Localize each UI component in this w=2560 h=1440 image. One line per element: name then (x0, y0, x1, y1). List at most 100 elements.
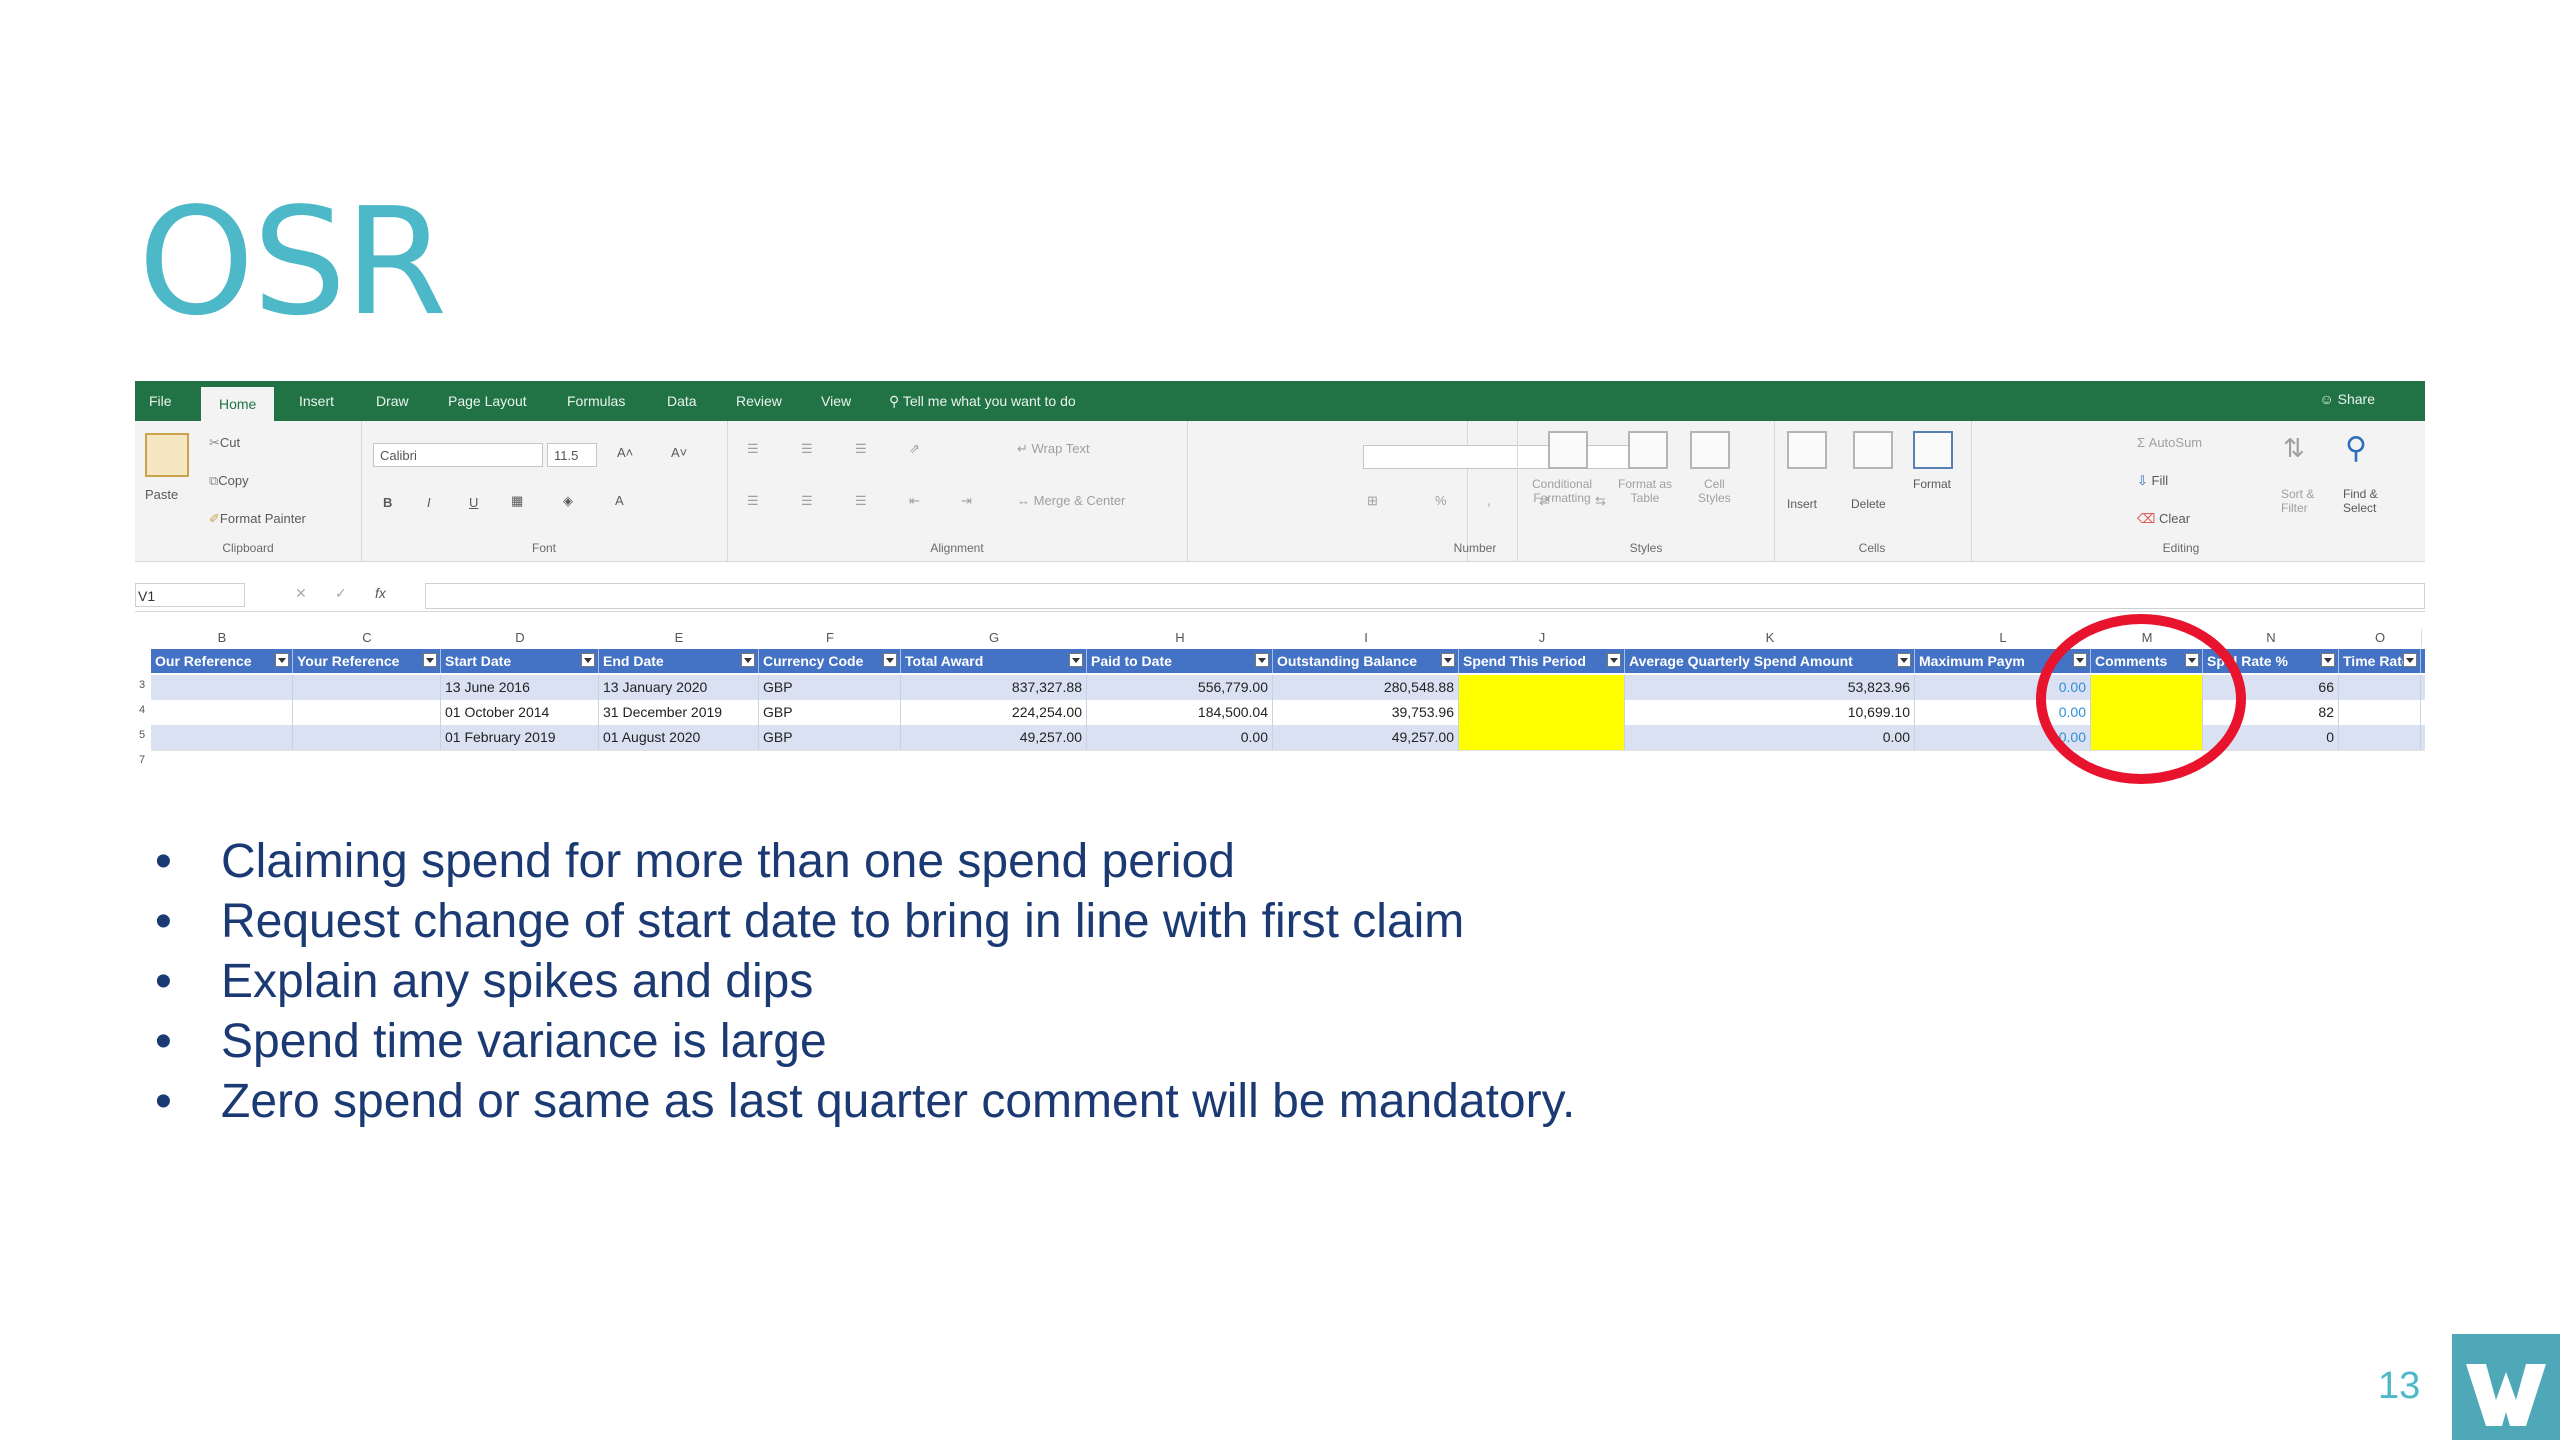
table-cell[interactable] (151, 675, 293, 700)
column-letter[interactable]: B (151, 629, 294, 647)
table-cell[interactable]: 53,823.96 (1625, 675, 1915, 700)
align-center-icon[interactable]: ☰ (801, 493, 813, 509)
insert-function-icon[interactable]: fx (375, 585, 386, 601)
table-cell[interactable] (1459, 675, 1625, 700)
table-cell[interactable]: 13 January 2020 (599, 675, 759, 700)
bold-button[interactable]: B (383, 495, 392, 510)
filter-dropdown-icon[interactable] (423, 653, 437, 667)
tab-view[interactable]: View (821, 393, 851, 409)
table-cell[interactable]: 0.00 (1625, 725, 1915, 750)
increase-indent-icon[interactable]: ⇥ (961, 493, 972, 509)
tab-home[interactable]: Home (201, 387, 275, 421)
filter-dropdown-icon[interactable] (1069, 653, 1083, 667)
table-header-cell[interactable]: Paid to Date (1087, 649, 1273, 673)
cancel-icon[interactable]: ✕ (295, 585, 307, 602)
table-cell[interactable]: 31 December 2019 (599, 700, 759, 725)
name-box[interactable]: V1 (135, 583, 245, 607)
column-letter[interactable]: K (1625, 629, 1916, 647)
share-button[interactable]: ☺ Share (2319, 391, 2375, 407)
column-letter[interactable]: G (901, 629, 1088, 647)
table-cell[interactable]: 49,257.00 (1273, 725, 1459, 750)
find-select-button[interactable]: Find & Select (2343, 487, 2378, 515)
wrap-text-button[interactable]: ↵ Wrap Text (1017, 441, 1090, 457)
filter-dropdown-icon[interactable] (1607, 653, 1621, 667)
column-letter[interactable]: J (1459, 629, 1626, 647)
table-header-cell[interactable]: Our Reference (151, 649, 293, 673)
table-header-cell[interactable]: Average Quarterly Spend Amount (1625, 649, 1915, 673)
column-letter[interactable]: D (441, 629, 600, 647)
table-header-cell[interactable]: Total Award (901, 649, 1087, 673)
filter-dropdown-icon[interactable] (581, 653, 595, 667)
percent-button[interactable]: % (1435, 493, 1447, 508)
table-header-cell[interactable]: Currency Code (759, 649, 901, 673)
column-letter[interactable]: F (759, 629, 902, 647)
table-cell[interactable]: 837,327.88 (901, 675, 1087, 700)
tab-file[interactable]: File (149, 393, 172, 409)
fill-button[interactable]: ⇩ Fill (2137, 473, 2168, 489)
tab-formulas[interactable]: Formulas (567, 393, 625, 409)
delete-button[interactable]: Delete (1851, 497, 1886, 511)
filter-dropdown-icon[interactable] (2321, 653, 2335, 667)
table-header-cell[interactable]: Spend This Period (1459, 649, 1625, 673)
column-letter[interactable]: C (293, 629, 442, 647)
filter-dropdown-icon[interactable] (1255, 653, 1269, 667)
format-painter-button[interactable]: ✐ Format Painter (209, 511, 306, 527)
table-cell[interactable]: 184,500.04 (1087, 700, 1273, 725)
table-cell[interactable]: 01 August 2020 (599, 725, 759, 750)
table-cell[interactable]: 280,548.88 (1273, 675, 1459, 700)
filter-dropdown-icon[interactable] (883, 653, 897, 667)
table-cell[interactable]: 0.00 (1087, 725, 1273, 750)
format-button[interactable]: Format (1913, 477, 1951, 491)
table-header-cell[interactable]: Outstanding Balance (1273, 649, 1459, 673)
table-header-cell[interactable]: Time Rate (2339, 649, 2421, 673)
column-letter[interactable]: N (2203, 629, 2340, 647)
table-cell[interactable] (1459, 725, 1625, 750)
row-number[interactable]: 5 (135, 729, 149, 741)
table-cell[interactable] (151, 725, 293, 750)
align-middle-icon[interactable]: ☰ (801, 441, 813, 457)
comma-button[interactable]: , (1487, 493, 1491, 508)
table-header-cell[interactable]: Your Reference (293, 649, 441, 673)
table-cell[interactable]: 39,753.96 (1273, 700, 1459, 725)
table-cell[interactable] (2339, 675, 2421, 700)
table-cell[interactable]: 10,699.10 (1625, 700, 1915, 725)
italic-button[interactable]: I (427, 495, 431, 510)
column-letter[interactable]: E (599, 629, 760, 647)
table-cell[interactable] (2339, 700, 2421, 725)
row-number[interactable]: 7 (135, 754, 149, 766)
underline-button[interactable]: U (469, 495, 478, 510)
table-cell[interactable] (2339, 725, 2421, 750)
fill-color-icon[interactable]: ◈ (563, 493, 573, 509)
paste-button[interactable]: Paste (145, 487, 178, 502)
table-header-cell[interactable]: End Date (599, 649, 759, 673)
column-letter[interactable]: O (2339, 629, 2422, 647)
accounting-format-icon[interactable]: ⊞ (1367, 493, 1378, 509)
table-cell[interactable]: 13 June 2016 (441, 675, 599, 700)
table-cell[interactable]: GBP (759, 675, 901, 700)
cut-button[interactable]: ✂ Cut (209, 435, 240, 451)
table-cell[interactable]: 556,779.00 (1087, 675, 1273, 700)
font-color-icon[interactable]: A (615, 493, 624, 508)
table-cell[interactable]: 224,254.00 (901, 700, 1087, 725)
filter-dropdown-icon[interactable] (275, 653, 289, 667)
table-cell[interactable]: 01 February 2019 (441, 725, 599, 750)
insert-button[interactable]: Insert (1787, 497, 1817, 511)
table-header-cell[interactable]: Start Date (441, 649, 599, 673)
filter-dropdown-icon[interactable] (1897, 653, 1911, 667)
enter-icon[interactable]: ✓ (335, 585, 347, 602)
table-cell[interactable]: GBP (759, 700, 901, 725)
row-number[interactable]: 4 (135, 704, 149, 716)
table-cell[interactable] (151, 700, 293, 725)
cell-styles-button[interactable]: Cell Styles (1698, 477, 1731, 505)
tab-insert[interactable]: Insert (299, 393, 334, 409)
autosum-button[interactable]: Σ AutoSum (2137, 435, 2202, 450)
table-cell[interactable] (293, 725, 441, 750)
formula-input[interactable] (425, 583, 2425, 609)
table-cell[interactable]: 01 October 2014 (441, 700, 599, 725)
font-size-dropdown[interactable]: 11.5 (547, 443, 597, 467)
tab-review[interactable]: Review (736, 393, 782, 409)
merge-center-button[interactable]: ↔ Merge & Center (1017, 493, 1125, 508)
clear-button[interactable]: ⌫ Clear (2137, 511, 2190, 527)
tab-data[interactable]: Data (667, 393, 697, 409)
table-cell[interactable]: GBP (759, 725, 901, 750)
